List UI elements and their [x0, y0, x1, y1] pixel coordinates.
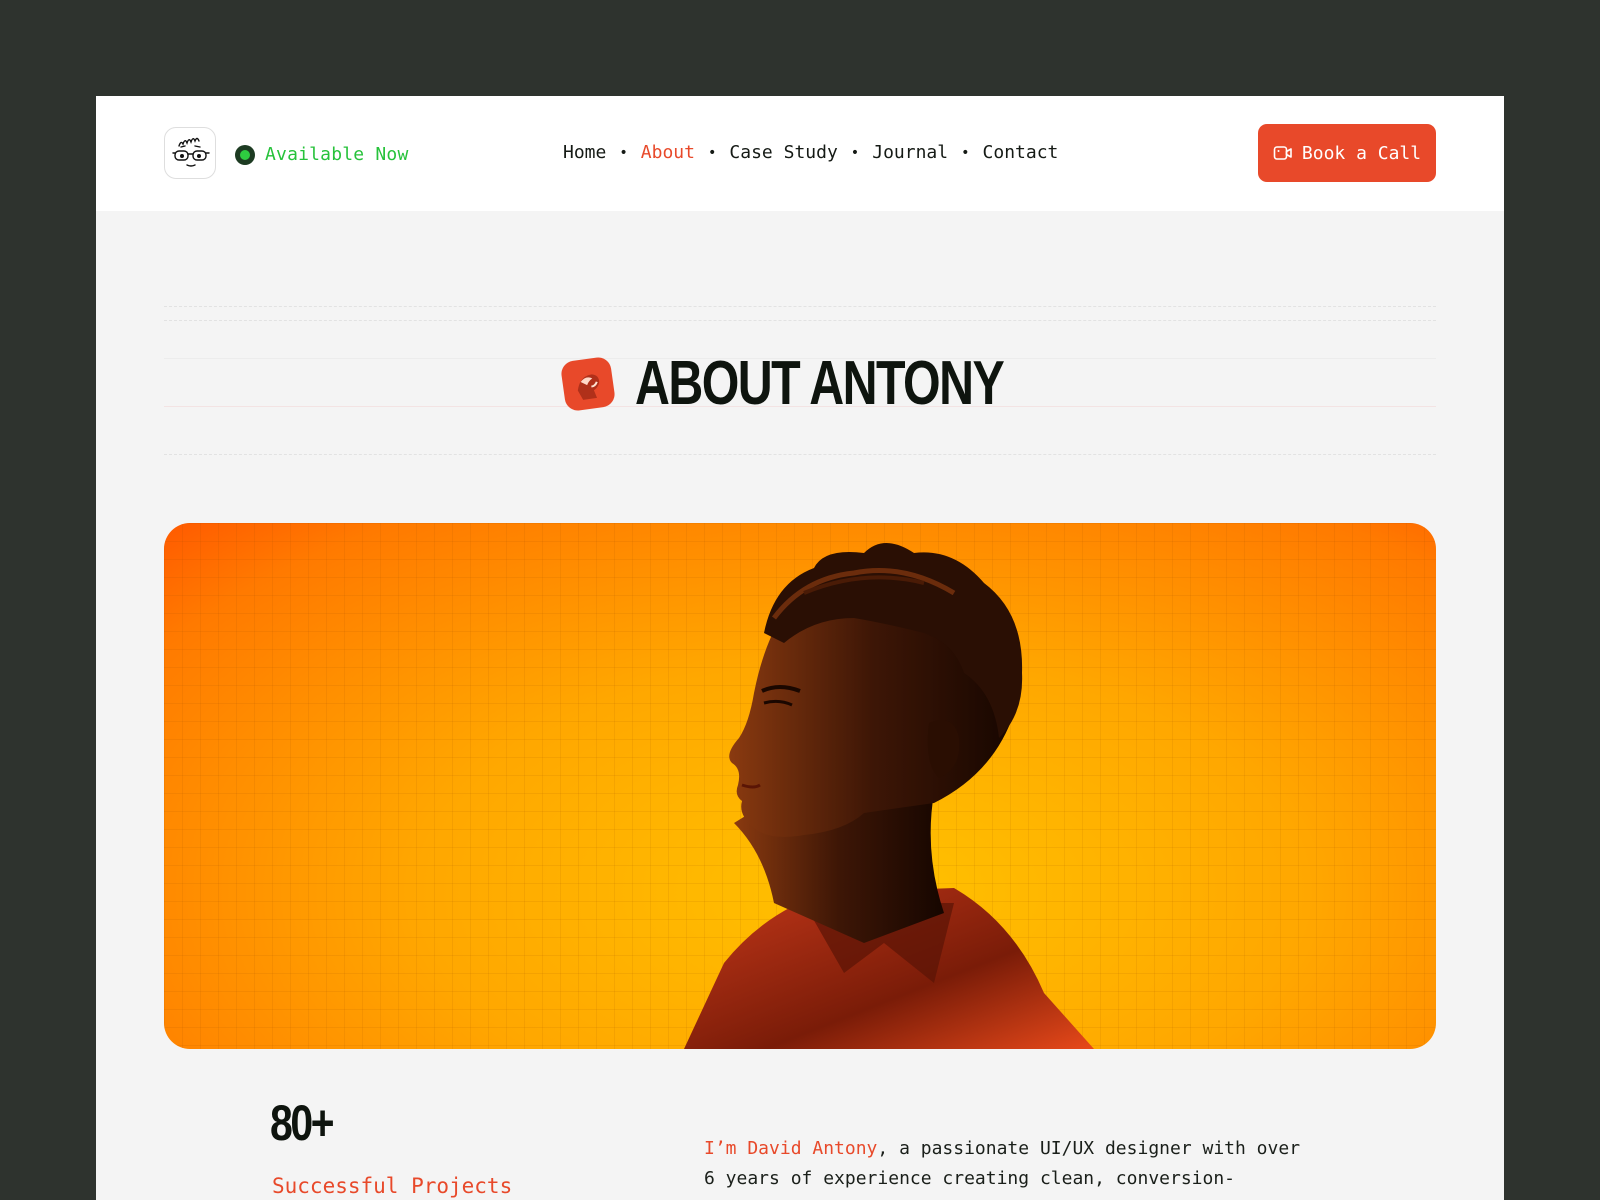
nav-item-home[interactable]: Home	[563, 142, 606, 163]
site-header: Available Now Home • About • Case Study …	[96, 96, 1504, 211]
status-label: Available Now	[265, 144, 409, 165]
nav-separator: •	[619, 144, 628, 161]
status-dot-icon	[235, 144, 255, 165]
nav-item-about[interactable]: About	[641, 142, 695, 163]
stat-label: Successful Projects	[272, 1174, 513, 1198]
book-call-label: Book a Call	[1301, 142, 1422, 164]
page-title: ABOUT ANTONY	[635, 349, 1005, 418]
bio-name-highlight: I’m David Antony	[704, 1138, 878, 1159]
nav-separator: •	[850, 144, 860, 161]
nav-separator: •	[961, 144, 970, 161]
nav-separator: •	[707, 144, 717, 161]
availability-status: Available Now	[235, 144, 408, 165]
glasses-face-icon	[172, 137, 210, 167]
page-frame: Available Now Home • About • Case Study …	[96, 96, 1504, 1200]
main-nav: Home • About • Case Study • Journal • Co…	[563, 142, 1058, 163]
stat-value: 80+	[270, 1095, 335, 1151]
divider	[164, 306, 1436, 307]
portrait-silhouette	[684, 543, 1094, 1049]
book-call-button[interactable]: Book a Call	[1258, 124, 1436, 182]
divider	[164, 454, 1436, 455]
nav-item-journal[interactable]: Journal	[872, 142, 948, 163]
divider	[164, 320, 1436, 321]
nav-item-case-study[interactable]: Case Study	[729, 142, 837, 163]
portrait-badge-icon	[559, 355, 617, 413]
video-camera-icon	[1273, 146, 1292, 160]
hero-portrait-image	[164, 523, 1436, 1049]
title-row: ABOUT ANTONY	[164, 346, 1436, 422]
title-band: ABOUT ANTONY	[164, 306, 1436, 466]
bio-paragraph: I’m David Antony, a passionate UI/UX des…	[704, 1134, 1304, 1200]
nav-item-contact[interactable]: Contact	[983, 142, 1059, 163]
logo[interactable]	[164, 127, 216, 179]
